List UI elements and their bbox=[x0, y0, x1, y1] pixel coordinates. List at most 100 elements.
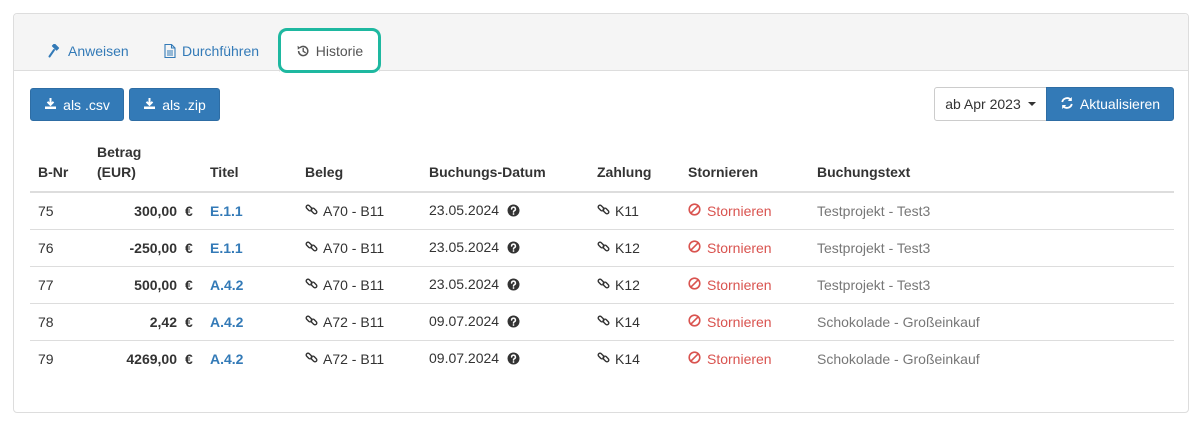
cell-zahlung: K12 bbox=[589, 228, 680, 266]
cell-beleg: A72 - B11 bbox=[297, 302, 421, 340]
header-beleg: Beleg bbox=[297, 136, 421, 193]
storno-link[interactable]: Stornieren bbox=[688, 314, 772, 330]
beleg-text: A70 - B11 bbox=[323, 239, 385, 256]
cell-datum: 09.07.2024 bbox=[421, 302, 589, 340]
zahlung-link[interactable]: K11 bbox=[597, 203, 639, 219]
download-icon bbox=[44, 97, 57, 113]
tab-durchfuehren[interactable]: Durchführen bbox=[164, 31, 259, 71]
cell-currency: € bbox=[181, 339, 202, 377]
header-amount: Betrag (EUR) bbox=[89, 136, 202, 193]
export-zip-button[interactable]: als .zip bbox=[129, 88, 220, 121]
cell-storno: Stornieren bbox=[680, 265, 809, 303]
date-filter-label: ab Apr 2023 bbox=[945, 96, 1021, 112]
link-icon bbox=[597, 240, 610, 256]
header-datum: Buchungs-Datum bbox=[421, 136, 589, 193]
cell-currency: € bbox=[181, 228, 202, 266]
header-storno: Stornieren bbox=[680, 136, 809, 193]
link-icon bbox=[305, 351, 318, 367]
table-row: 79 4269,00 € A.4.2 A72 - B11 09.07.2024 bbox=[30, 339, 1174, 377]
cell-datum: 09.07.2024 bbox=[421, 339, 589, 377]
zahlung-text: K11 bbox=[615, 202, 639, 219]
tab-bar: Anweisen Durchführen Historie bbox=[14, 14, 1188, 73]
refresh-button[interactable]: Aktualisieren bbox=[1046, 87, 1174, 121]
cell-zahlung: K12 bbox=[589, 265, 680, 303]
beleg-link[interactable]: A72 - B11 bbox=[305, 351, 384, 367]
titel-link[interactable]: E.1.1 bbox=[210, 240, 243, 256]
zahlung-text: K12 bbox=[615, 276, 640, 293]
titel-link[interactable]: A.4.2 bbox=[210, 314, 243, 330]
tab-anweisen[interactable]: Anweisen bbox=[48, 31, 129, 71]
zahlung-link[interactable]: K14 bbox=[597, 314, 640, 330]
cell-datum: 23.05.2024 bbox=[421, 265, 589, 303]
storno-link[interactable]: Stornieren bbox=[688, 240, 772, 256]
cell-titel: A.4.2 bbox=[202, 265, 297, 303]
titel-link[interactable]: A.4.2 bbox=[210, 351, 243, 367]
beleg-text: A70 - B11 bbox=[323, 276, 385, 293]
tab-historie[interactable]: Historie bbox=[279, 29, 380, 72]
question-circle-icon[interactable] bbox=[507, 315, 520, 331]
history-icon bbox=[296, 44, 310, 58]
zahlung-link[interactable]: K14 bbox=[597, 351, 640, 367]
beleg-link[interactable]: A70 - B11 bbox=[305, 277, 384, 293]
cell-beleg: A70 - B11 bbox=[297, 192, 421, 229]
storno-link[interactable]: Stornieren bbox=[688, 277, 772, 293]
cell-buchungstext: Testprojekt - Test3 bbox=[809, 228, 1174, 266]
cell-nr: 75 bbox=[38, 202, 54, 219]
table-row: 76 -250,00 € E.1.1 A70 - B11 23.05.2024 bbox=[30, 228, 1174, 266]
datum-text: 09.07.2024 bbox=[429, 349, 500, 366]
cell-amount: 300,00 bbox=[134, 202, 177, 219]
storno-link[interactable]: Stornieren bbox=[688, 351, 772, 367]
link-icon bbox=[305, 277, 318, 293]
zahlung-link[interactable]: K12 bbox=[597, 277, 640, 293]
cell-beleg: A72 - B11 bbox=[297, 339, 421, 377]
cell-nr: 77 bbox=[30, 265, 89, 303]
cell-nr: 78 bbox=[30, 302, 89, 340]
zahlung-text: K14 bbox=[615, 350, 640, 367]
question-circle-icon[interactable] bbox=[507, 278, 520, 294]
datum-text: 09.07.2024 bbox=[429, 312, 500, 329]
header-titel: Titel bbox=[202, 136, 297, 193]
cell-zahlung: K14 bbox=[589, 302, 680, 340]
storno-text: Stornieren bbox=[707, 239, 772, 256]
titel-link[interactable]: A.4.2 bbox=[210, 277, 243, 293]
header-amount-line1: Betrag bbox=[97, 144, 142, 160]
ban-icon bbox=[688, 313, 701, 330]
cell-storno: Stornieren bbox=[680, 192, 809, 229]
beleg-text: A70 - B11 bbox=[323, 202, 385, 219]
storno-link[interactable]: Stornieren bbox=[688, 203, 772, 219]
cell-storno: Stornieren bbox=[680, 339, 809, 377]
date-filter-dropdown[interactable]: ab Apr 2023 bbox=[934, 87, 1047, 121]
cell-amount: 500,00 bbox=[89, 265, 181, 303]
cell-buchungstext: Schokolade - Großeinkauf bbox=[809, 302, 1174, 340]
question-circle-icon[interactable] bbox=[507, 204, 520, 220]
export-csv-button[interactable]: als .csv bbox=[30, 88, 124, 121]
beleg-link[interactable]: A70 - B11 bbox=[305, 203, 384, 219]
link-icon bbox=[597, 277, 610, 293]
question-circle-icon[interactable] bbox=[507, 352, 520, 368]
link-icon bbox=[305, 203, 318, 219]
link-icon bbox=[597, 203, 610, 219]
beleg-link[interactable]: A72 - B11 bbox=[305, 314, 384, 330]
cell-currency: € bbox=[181, 302, 202, 340]
titel-link[interactable]: E.1.1 bbox=[210, 203, 243, 219]
question-circle-icon[interactable] bbox=[507, 241, 520, 257]
cell-nr: 79 bbox=[30, 339, 89, 377]
cell-amount: 4269,00 bbox=[89, 339, 181, 377]
cell-storno: Stornieren bbox=[680, 302, 809, 340]
zahlung-text: K14 bbox=[615, 313, 640, 330]
zahlung-link[interactable]: K12 bbox=[597, 240, 640, 256]
cell-titel: A.4.2 bbox=[202, 302, 297, 340]
table-row: 75 300,00 € E.1.1 A70 - B11 23.05.2024 K… bbox=[30, 192, 1174, 229]
storno-text: Stornieren bbox=[707, 276, 772, 293]
export-zip-label: als .zip bbox=[162, 96, 206, 113]
table-row: 77 500,00 € A.4.2 A70 - B11 23.05.2024 K… bbox=[30, 265, 1174, 303]
tab-historie-label: Historie bbox=[315, 42, 364, 59]
beleg-link[interactable]: A70 - B11 bbox=[305, 240, 384, 256]
document-icon bbox=[164, 44, 176, 58]
cell-titel: E.1.1 bbox=[202, 228, 297, 266]
cell-buchungstext: Testprojekt - Test3 bbox=[809, 265, 1174, 303]
cell-titel: A.4.2 bbox=[202, 339, 297, 377]
ban-icon bbox=[688, 276, 701, 293]
storno-text: Stornieren bbox=[707, 350, 772, 367]
table-row: 78 2,42 € A.4.2 A72 - B11 09.07.2024 K14… bbox=[30, 302, 1174, 340]
